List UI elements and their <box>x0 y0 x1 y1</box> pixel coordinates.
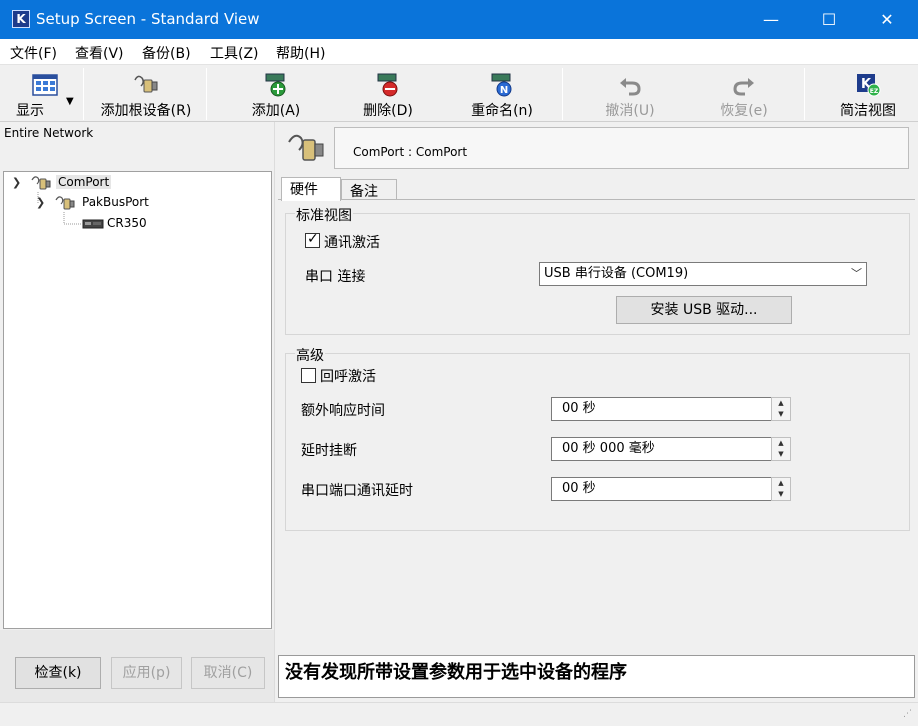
menu-help[interactable]: 帮助(H) <box>276 43 325 63</box>
spin-down-icon[interactable]: ▼ <box>772 409 790 420</box>
dropdown-arrow-icon: ▼ <box>66 96 74 107</box>
expand-chevron-icon[interactable]: ❯ <box>36 196 45 209</box>
svg-text:N: N <box>500 85 508 96</box>
rename-device-icon: N <box>491 73 512 97</box>
comport-icon <box>31 176 51 190</box>
install-usb-driver-button[interactable]: 安装 USB 驱动... <box>616 296 792 324</box>
rename-label: 重命名(n) <box>471 103 533 119</box>
comm-enabled-label: 通讯激活 <box>324 235 380 251</box>
toolbar-separator <box>83 68 84 120</box>
spin-up-icon[interactable]: ▲ <box>772 398 790 409</box>
add-root-label: 添加根设备(R) <box>100 103 192 119</box>
comm-delay-label: 串口端口通讯延时 <box>301 483 413 499</box>
network-tree[interactable]: ❯ ComPort ❯ PakBusPort CR350 <box>3 171 272 629</box>
app-logo-icon: K <box>12 10 30 28</box>
close-button[interactable]: ✕ <box>858 0 916 39</box>
chevron-down-icon: ﹀ <box>851 267 862 280</box>
minimize-button[interactable]: — <box>742 0 800 39</box>
apply-button[interactable]: 应用(p) <box>111 657 182 689</box>
window-title: Setup Screen - Standard View <box>36 10 260 28</box>
maximize-button[interactable]: ☐ <box>800 0 858 39</box>
tree-item-pakbusport[interactable]: PakBusPort <box>82 195 149 209</box>
standard-group-title: 标准视图 <box>295 205 353 225</box>
ez-view-button[interactable]: K EZ 简洁视图 <box>826 66 910 122</box>
undo-button[interactable]: 撤消(U) <box>590 66 670 122</box>
tab-notes[interactable]: 备注 <box>341 179 397 201</box>
add-label: 添加(A) <box>251 103 301 119</box>
pakbus-port-icon <box>55 196 75 210</box>
hardware-panel: 标准视图 ✓ 通讯激活 串口 连接 USB 串行设备 (COM19) ﹀ 安装 … <box>278 199 915 654</box>
com-port-label: 串口 连接 <box>305 269 366 285</box>
com-port-select[interactable]: USB 串行设备 (COM19) ﹀ <box>539 262 867 286</box>
device-type-icon <box>283 128 329 170</box>
title-bar: K Setup Screen - Standard View — ☐ ✕ <box>0 0 918 39</box>
delete-device-icon <box>377 73 398 97</box>
status-message-box: 没有发现所带设置参数用于选中设备的程序 <box>278 655 915 698</box>
delay-hangup-input[interactable]: 00 秒 000 毫秒 <box>551 437 771 461</box>
datalogger-icon <box>82 219 104 229</box>
add-button[interactable]: 添加(A) <box>236 66 316 122</box>
comm-delay-spinner[interactable]: ▲ ▼ <box>771 477 791 501</box>
svg-text:EZ: EZ <box>870 88 879 95</box>
delete-button[interactable]: 删除(D) <box>348 66 428 122</box>
expand-chevron-icon[interactable]: ❯ <box>12 176 21 189</box>
network-header: Entire Network <box>4 126 94 140</box>
serial-cable-icon <box>134 75 158 93</box>
extra-response-spinner[interactable]: ▲ ▼ <box>771 397 791 421</box>
callback-label: 回呼激活 <box>320 369 376 385</box>
device-title-box: ComPort : ComPort <box>334 127 909 169</box>
add-device-icon <box>265 73 286 97</box>
standard-group: 标准视图 ✓ 通讯激活 串口 连接 USB 串行设备 (COM19) ﹀ 安装 … <box>285 205 910 335</box>
toolbar-separator <box>804 68 805 120</box>
rename-button[interactable]: N 重命名(n) <box>460 66 544 122</box>
toolbar: 显示 ▼ 添加根设备(R) 添加(A) 删除(D) N 重命名(n) 撤消(U)… <box>0 66 918 122</box>
spin-down-icon[interactable]: ▼ <box>772 449 790 460</box>
check-button[interactable]: 检查(k) <box>15 657 101 689</box>
undo-label: 撤消(U) <box>605 103 655 119</box>
tree-item-cr350[interactable]: CR350 <box>107 216 147 230</box>
cancel-button[interactable]: 取消(C) <box>191 657 265 689</box>
left-button-bar: 检查(k) 应用(p) 取消(C) <box>0 630 274 702</box>
undo-icon <box>620 78 641 96</box>
delay-hangup-spinner[interactable]: ▲ ▼ <box>771 437 791 461</box>
tab-hardware[interactable]: 硬件 <box>281 177 341 201</box>
advanced-group-title: 高级 <box>295 345 325 365</box>
checkmark-icon: ✓ <box>307 231 319 247</box>
menu-tools[interactable]: 工具(Z) <box>210 43 259 63</box>
status-message: 没有发现所带设置参数用于选中设备的程序 <box>285 662 627 683</box>
com-port-value: USB 串行设备 (COM19) <box>544 266 689 281</box>
display-button[interactable]: 显示 ▼ <box>6 66 76 122</box>
redo-button[interactable]: 恢复(e) <box>704 66 784 122</box>
delete-label: 删除(D) <box>363 103 413 119</box>
extra-response-label: 额外响应时间 <box>301 403 385 419</box>
comm-delay-input[interactable]: 00 秒 <box>551 477 771 501</box>
tree-item-comport[interactable]: ComPort <box>56 175 112 189</box>
add-root-button[interactable]: 添加根设备(R) <box>90 66 202 122</box>
spin-up-icon[interactable]: ▲ <box>772 438 790 449</box>
comm-enabled-checkbox[interactable]: ✓ <box>305 231 320 248</box>
spin-down-icon[interactable]: ▼ <box>772 489 790 500</box>
menu-backup[interactable]: 备份(B) <box>142 43 191 63</box>
device-title: ComPort : ComPort <box>353 145 468 159</box>
menu-bar: 文件(F) 查看(V) 备份(B) 工具(Z) 帮助(H) <box>0 39 918 65</box>
redo-icon <box>733 78 754 96</box>
menu-view[interactable]: 查看(V) <box>75 43 124 63</box>
status-bar: ⋰ <box>0 702 918 726</box>
redo-label: 恢复(e) <box>720 103 768 119</box>
menu-file[interactable]: 文件(F) <box>10 43 57 63</box>
callback-checkbox[interactable] <box>301 368 316 383</box>
spin-up-icon[interactable]: ▲ <box>772 478 790 489</box>
resize-grip-icon[interactable]: ⋰ <box>903 710 915 723</box>
ez-view-label: 简洁视图 <box>840 103 896 119</box>
delay-hangup-label: 延时挂断 <box>301 443 357 459</box>
grid-view-icon <box>32 74 58 96</box>
toolbar-separator <box>206 68 207 120</box>
ez-view-icon: K EZ <box>857 74 881 97</box>
advanced-group: 高级 回呼激活 额外响应时间 00 秒 ▲ ▼ 延时挂断 00 秒 000 毫秒… <box>285 345 910 531</box>
extra-response-input[interactable]: 00 秒 <box>551 397 771 421</box>
toolbar-separator <box>562 68 563 120</box>
